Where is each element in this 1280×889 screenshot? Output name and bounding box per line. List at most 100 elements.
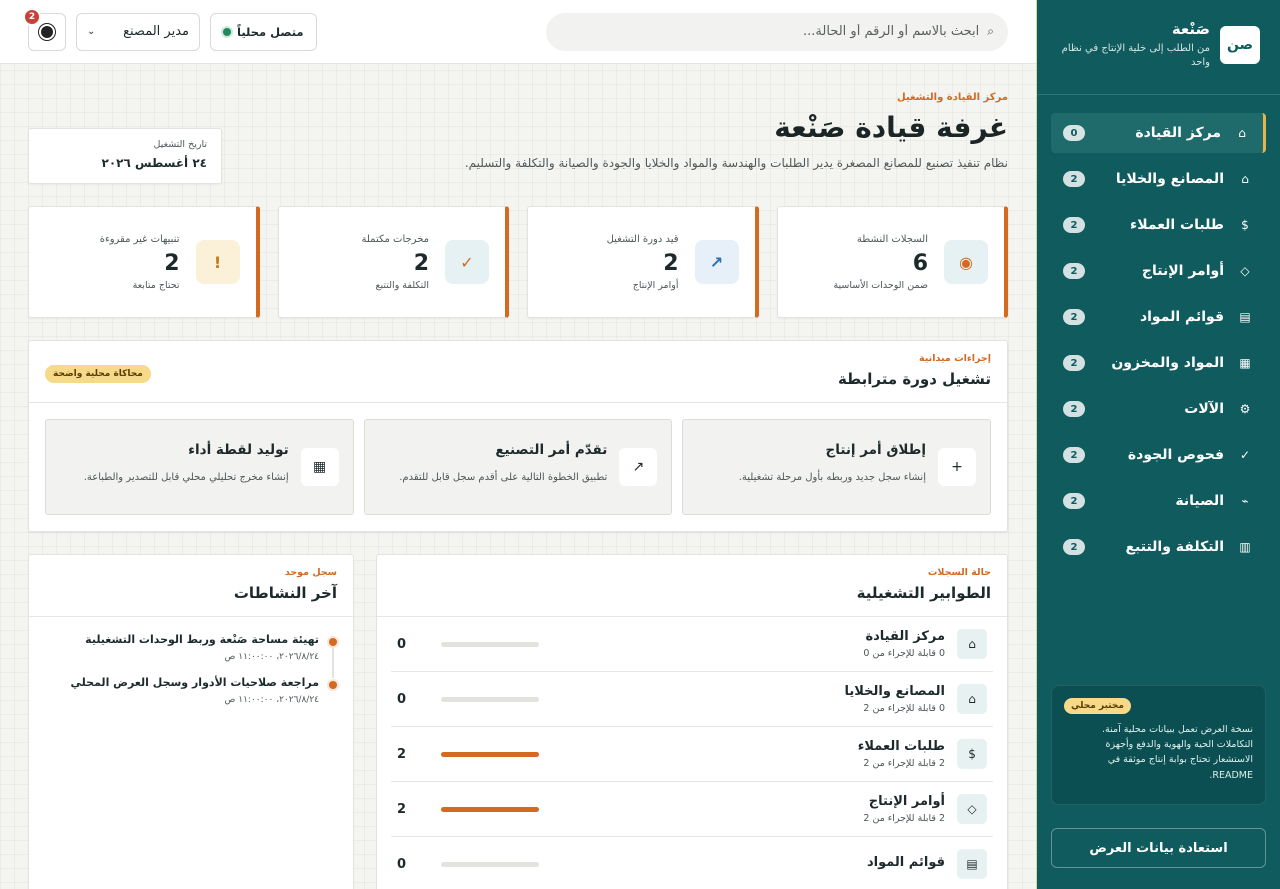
stat-value: 2 — [663, 250, 679, 276]
action-title: توليد لقطة أداء — [188, 442, 289, 458]
queue-row[interactable]: $ طلبات العملاء 2 قابلة للإجراء من 2 2 — [391, 727, 993, 782]
notifications-count-badge: 2 — [23, 7, 41, 26]
home-icon: ⌂ — [957, 629, 987, 659]
sidebar-item-badge: 2 — [1063, 539, 1085, 555]
sidebar-item-production-orders[interactable]: ◇ أوامر الإنتاج 2 — [1051, 251, 1266, 291]
sidebar-item-badge: 2 — [1063, 447, 1085, 463]
activity-title: آخر النشاطات — [233, 584, 337, 602]
queue-name: مركز القيادة — [865, 629, 945, 644]
sidebar-item-quality-checks[interactable]: ✓ فحوص الجودة 2 — [1051, 435, 1266, 475]
notifications-button[interactable]: 2 — [23, 7, 66, 51]
queue-row[interactable]: ▤ قوائم المواد 0 — [391, 837, 993, 889]
chevron-down-icon: ⌄ — [87, 26, 96, 37]
search-box[interactable]: ⌕ — [546, 12, 1008, 51]
cycle-eyebrow: إجراءات ميدانية — [919, 353, 991, 364]
sidebar-item-cost-tracking[interactable]: ▥ التكلفة والتتبع 2 — [1051, 527, 1266, 567]
role-select-value: مدير المصنع — [123, 24, 189, 39]
queues-heading: حالة السجلات الطوابير التشغيلية — [857, 567, 991, 602]
timeline-dot-icon — [329, 681, 337, 689]
queue-progress-fill — [441, 806, 539, 812]
sidebar-item-label: التكلفة والتتبع — [1125, 539, 1224, 555]
generate-performance-snapshot-button[interactable]: ▦ توليد لقطة أداء إنشاء مخرج تحليلي محلي ق… — [44, 419, 354, 515]
stat-label: تنبيهات غير مقروءة — [99, 233, 180, 245]
queue-value: 0 — [397, 856, 407, 872]
queue-text: المصانع والخلايا 0 قابلة للإجراء من 2 — [539, 684, 945, 714]
activity-header: سجل موحد آخر النشاطات — [29, 555, 353, 617]
activity-timeline: تهيئة مساحة صَنْعة وربط الوحدات التشغيلي… — [29, 617, 353, 735]
action-title: إطلاق أمر إنتاج — [825, 442, 926, 458]
sidebar-item-label: مركز القيادة — [1135, 125, 1221, 141]
operation-date-label: تاريخ التشغيل — [153, 139, 207, 150]
queue-text: مركز القيادة 0 قابلة للإجراء من 0 — [539, 629, 945, 659]
restore-demo-data-button[interactable]: استعادة بيانات العرض — [1051, 828, 1266, 868]
sidebar-item-badge: 2 — [1063, 493, 1085, 509]
sidebar-item-bill-of-materials[interactable]: ▤ قوائم المواد 2 — [1051, 297, 1266, 337]
operation-date-value: ٢٤ أغسطس ٢٠٢٦ — [101, 156, 207, 170]
queue-value: 0 — [397, 691, 407, 707]
queue-value: 2 — [397, 746, 407, 762]
queue-progress-fill — [441, 751, 539, 757]
stat-body: قيد دورة التشغيل 2 أوامر الإنتاج — [544, 234, 679, 291]
brand-logo: صن — [1220, 26, 1260, 64]
stat-card: ✓ مخرجات مكتملة 2 التكلفة والتتبع — [277, 206, 509, 318]
alert-icon: ! — [195, 240, 240, 284]
list-icon: ▤ — [1239, 310, 1251, 324]
connection-status[interactable]: متصل محلياً — [210, 12, 317, 51]
cycle-title: تشغيل دورة مترابطة — [837, 370, 991, 388]
cycle-panel: إجراءات ميدانية تشغيل دورة مترابطة محاكا… — [28, 340, 1008, 532]
sidebar-item-label: الصيانة — [1175, 493, 1224, 509]
queue-list: ⌂ مركز القيادة 0 قابلة للإجراء من 0 0 ⌂ المصا… — [377, 617, 1007, 889]
sidebar-item-label: قوائم المواد — [1139, 309, 1224, 325]
advance-manufacturing-order-button[interactable]: ↗ تقدّم أمر التصنيع تطبيق الخطوة التالية ع… — [363, 419, 673, 515]
local-lab-text: نسخة العرض تعمل ببيانات محلية آمنة. التك… — [1102, 724, 1253, 781]
sidebar-item-customer-orders[interactable]: $ طلبات العملاء 2 — [1051, 205, 1266, 245]
list-icon: ▤ — [957, 849, 987, 879]
activity-title-text: مراجعة صلاحيات الأدوار وسجل العرض المحلي — [70, 676, 319, 689]
sidebar-item-maintenance[interactable]: ⌁ الصيانة 2 — [1051, 481, 1266, 521]
stat-body: تنبيهات غير مقروءة 2 تحتاج متابعة — [45, 234, 180, 291]
queue-sub: 0 قابلة للإجراء من 2 — [863, 703, 945, 714]
stat-body: السجلات النشطة 6 ضمن الوحدات الأساسية — [794, 234, 928, 291]
brand-name: صَنْعة — [1171, 20, 1210, 38]
check-icon: ✓ — [1239, 448, 1251, 462]
sidebar-item-materials-inventory[interactable]: ▦ المواد والمخزون 2 — [1051, 343, 1266, 383]
queue-sub: 2 قابلة للإجراء من 2 — [863, 813, 945, 824]
queue-progress-bar — [441, 751, 539, 757]
action-text: إطلاق أمر إنتاج إنشاء سجل جديد وربطه بأول… — [739, 436, 926, 498]
sidebar-item-machines[interactable]: ⚙ الآلات 2 — [1051, 389, 1266, 429]
queues-header: حالة السجلات الطوابير التشغيلية — [377, 555, 1007, 617]
sidebar-item-badge: 2 — [1063, 171, 1085, 187]
local-lab-card: مختبر محلي نسخة العرض تعمل ببيانات محلية… — [1051, 685, 1266, 805]
sidebar-item-factories-cells[interactable]: ⌂ المصانع والخلايا 2 — [1051, 159, 1266, 199]
brand-text: صَنْعة من الطلب إلى خلية الإنتاج في نظام… — [1060, 20, 1210, 70]
plus-icon: + — [938, 448, 976, 486]
sidebar-item-command-center[interactable]: ⌂ مركز القيادة 0 — [1051, 113, 1266, 153]
page-header: مركز القيادة والتشغيل غرفة قيادة صَنْعة … — [28, 92, 1008, 184]
launch-production-order-button[interactable]: + إطلاق أمر إنتاج إنشاء سجل جديد وربطه بأو… — [682, 419, 991, 515]
action-text: تقدّم أمر التصنيع تطبيق الخطوة التالية عل… — [399, 436, 607, 498]
stats-row: ◉ السجلات النشطة 6 ضمن الوحدات الأساسية ↗ قيد… — [28, 206, 1008, 318]
search-input[interactable] — [560, 24, 980, 39]
role-select[interactable]: مدير المصنع ⌄ — [76, 12, 200, 51]
stat-value: 2 — [413, 250, 429, 276]
gear-icon: ⚙ — [1239, 402, 1251, 416]
dollar-icon: $ — [957, 739, 987, 769]
queue-text: قوائم المواد — [539, 855, 945, 874]
sidebar: صن صَنْعة من الطلب إلى خلية الإنتاج في ن… — [1036, 0, 1280, 889]
diamond-icon: ◇ — [1240, 264, 1250, 278]
timeline-connector — [332, 648, 334, 678]
queue-text: أوامر الإنتاج 2 قابلة للإجراء من 2 — [539, 794, 945, 824]
activity-title-text: تهيئة مساحة صَنْعة وربط الوحدات التشغيلي… — [85, 633, 319, 646]
timeline-dot-icon — [329, 638, 337, 646]
dollar-icon: $ — [1241, 218, 1249, 232]
queue-row[interactable]: ◇ أوامر الإنتاج 2 قابلة للإجراء من 2 2 — [391, 782, 993, 837]
cycle-panel-heading: إجراءات ميدانية تشغيل دورة مترابطة — [838, 353, 991, 388]
sidebar-item-label: المصانع والخلايا — [1115, 171, 1224, 187]
queue-row[interactable]: ⌂ مركز القيادة 0 قابلة للإجراء من 0 0 — [391, 617, 993, 672]
queues-eyebrow: حالة السجلات — [927, 567, 991, 578]
sidebar-item-badge: 2 — [1063, 355, 1085, 371]
queue-row[interactable]: ⌂ المصانع والخلايا 0 قابلة للإجراء من 2 0 — [391, 672, 993, 727]
stat-label: قيد دورة التشغيل — [606, 233, 679, 245]
queue-name: أوامر الإنتاج — [868, 794, 945, 809]
stat-value: 2 — [164, 250, 180, 276]
